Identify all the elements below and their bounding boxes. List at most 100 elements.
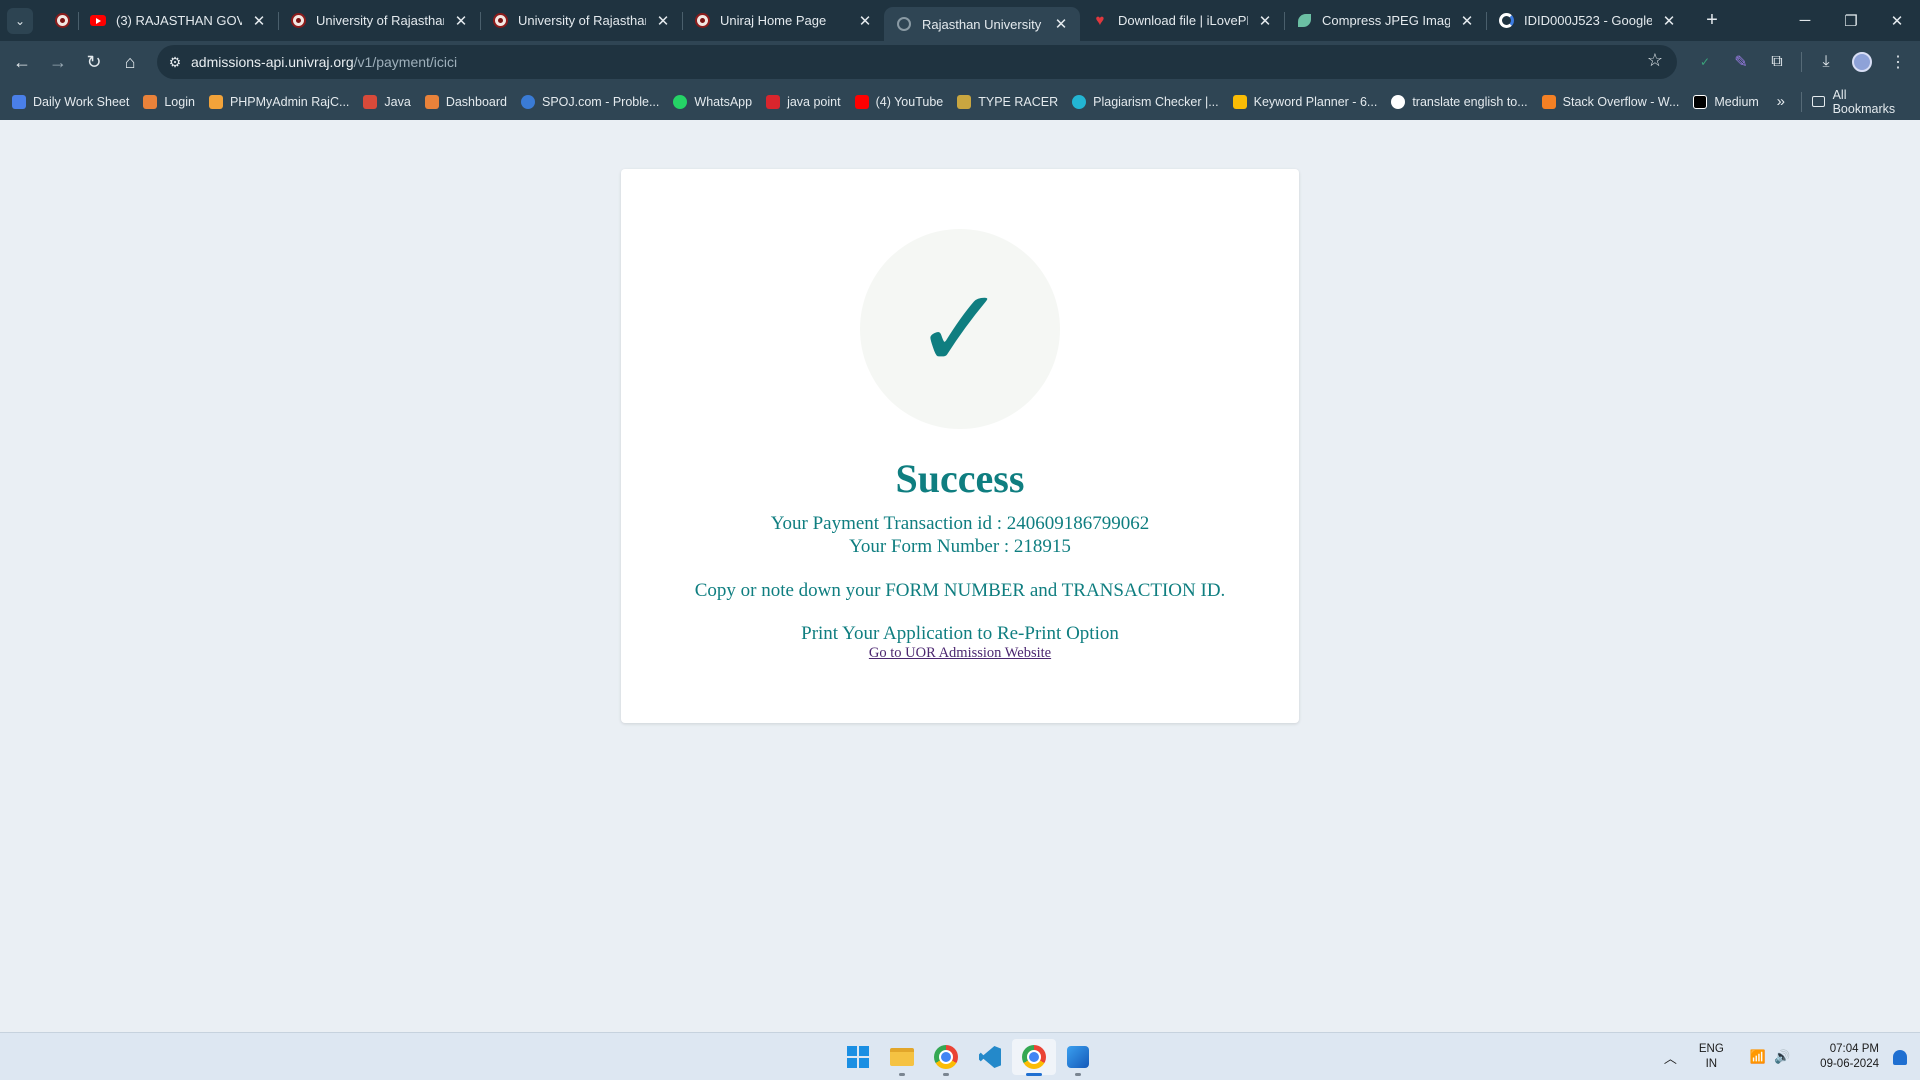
medium-icon [1693, 94, 1708, 109]
back-button[interactable]: ← [5, 45, 39, 79]
language-indicator[interactable]: ENG IN [1699, 1042, 1724, 1072]
bookmark-label: Daily Work Sheet [33, 94, 130, 109]
active-indicator [1026, 1073, 1042, 1076]
taskbar-chrome-1[interactable] [924, 1039, 968, 1076]
extensions-puzzle-icon[interactable]: ⧉ [1759, 44, 1795, 80]
form-number-text: Your Form Number : 218915 [849, 536, 1071, 557]
wifi-icon[interactable]: 📶 [1750, 1049, 1766, 1065]
taskbar-apps [836, 1039, 1100, 1076]
tab-title: University of Rajasthan - [316, 13, 444, 28]
bookmark-youtube[interactable]: (4) YouTube [849, 89, 952, 115]
url-text[interactable]: admissions-api.univraj.org/v1/payment/ic… [191, 54, 457, 70]
uor-admission-website-link[interactable]: Go to UOR Admission Website [621, 645, 1299, 662]
forward-button[interactable]: → [41, 45, 75, 79]
close-icon[interactable]: ✕ [250, 12, 268, 30]
bookmark-spoj[interactable]: SPOJ.com - Proble... [515, 89, 667, 115]
running-indicator [1075, 1073, 1081, 1076]
tab-search-button[interactable]: ⌄ [7, 7, 33, 34]
site-info-icon[interactable]: ⚙ [161, 48, 189, 76]
whatsapp-icon [673, 94, 688, 109]
close-icon[interactable]: ✕ [1660, 12, 1678, 30]
bookmark-login[interactable]: Login [137, 89, 203, 115]
bookmark-star-icon[interactable]: ☆ [1647, 50, 1663, 71]
close-icon[interactable]: ✕ [1256, 12, 1274, 30]
new-tab-button[interactable]: + [1698, 7, 1726, 35]
bookmark-label: Plagiarism Checker |... [1093, 94, 1219, 109]
tab-pinned-uor[interactable] [44, 0, 78, 41]
bookmark-java-point[interactable]: java point [760, 89, 849, 115]
home-button[interactable]: ⌂ [113, 45, 147, 79]
close-icon[interactable]: ✕ [1458, 12, 1476, 30]
language-code: ENG [1698, 1043, 1724, 1055]
tab-rajasthan-university-payment[interactable]: Rajasthan University Pay ✕ [884, 7, 1080, 41]
all-bookmarks-button[interactable]: All Bookmarks [1811, 87, 1920, 116]
vscode-icon [979, 1046, 1001, 1068]
bookmark-stack-overflow[interactable]: Stack Overflow - W... [1536, 89, 1688, 115]
close-icon[interactable]: ✕ [1052, 15, 1070, 33]
chrome-icon [934, 1045, 958, 1069]
bookmark-medium[interactable]: Medium [1687, 89, 1766, 115]
globe-icon [896, 16, 912, 32]
tab-university-of-rajasthan-2[interactable]: University of Rajasthan - ✕ [480, 0, 682, 41]
tab-title: (3) RAJASTHAN GOVT C [116, 13, 242, 28]
extension-feather-icon[interactable]: ✎ [1723, 44, 1759, 80]
url-domain: admissions-api.univraj.org [191, 54, 354, 70]
start-button[interactable] [836, 1039, 880, 1075]
bookmark-translate[interactable]: translate english to... [1385, 89, 1535, 115]
tab-title: IDID000J523 - Google S [1524, 13, 1652, 28]
bookmark-plagiarism-checker[interactable]: Plagiarism Checker |... [1066, 89, 1227, 115]
bookmark-label: Dashboard [445, 94, 507, 109]
notification-bell-icon[interactable] [1893, 1049, 1907, 1065]
google-icon [1498, 13, 1514, 29]
success-check-circle: ✓ [860, 229, 1060, 429]
chrome-icon [1022, 1045, 1046, 1069]
tab-university-of-rajasthan-1[interactable]: University of Rajasthan - ✕ [278, 0, 480, 41]
minimize-button[interactable]: ─ [1782, 0, 1828, 41]
tab-google-search[interactable]: IDID000J523 - Google S ✕ [1486, 0, 1688, 41]
taskbar-file-explorer[interactable] [880, 1039, 924, 1076]
address-bar[interactable]: ⚙ admissions-api.univraj.org/v1/payment/… [157, 45, 1677, 79]
all-bookmarks-label: All Bookmarks [1832, 87, 1896, 116]
window-close-button[interactable]: ✕ [1874, 0, 1920, 41]
reload-button[interactable]: ↻ [77, 45, 111, 79]
bookmark-keyword-planner[interactable]: Keyword Planner - 6... [1227, 89, 1386, 115]
toolbar-divider [1801, 52, 1802, 72]
bookmark-daily-work-sheet[interactable]: Daily Work Sheet [6, 89, 137, 115]
taskbar-chrome-2[interactable] [1012, 1039, 1056, 1076]
file-explorer-icon [890, 1048, 914, 1066]
tab-rajasthan-govt-youtube[interactable]: (3) RAJASTHAN GOVT C ✕ [78, 0, 278, 41]
close-icon[interactable]: ✕ [452, 12, 470, 30]
system-tray: ︿ ENG IN 📶 🔊 07:04 PM 09-06-2024 [1664, 1033, 1920, 1080]
close-icon[interactable]: ✕ [654, 12, 672, 30]
bookmark-label: TYPE RACER [978, 94, 1059, 109]
bookmark-phpmyadmin[interactable]: PHPMyAdmin RajC... [203, 89, 357, 115]
tab-compress-jpeg[interactable]: Compress JPEG Images C ✕ [1284, 0, 1486, 41]
menu-kebab-icon[interactable]: ⋮ [1880, 44, 1916, 80]
youtube-icon [854, 94, 869, 109]
profile-avatar[interactable] [1844, 44, 1880, 80]
uor-logo-icon [54, 13, 70, 29]
bookmark-label: Keyword Planner - 6... [1253, 94, 1378, 109]
restore-button[interactable]: ❐ [1828, 0, 1874, 41]
taskbar-photos[interactable] [1056, 1039, 1100, 1076]
sheets-icon [12, 94, 26, 109]
extension-check-icon[interactable]: ✓ [1687, 44, 1723, 80]
bookmark-java[interactable]: Java [357, 89, 418, 115]
bookmarks-overflow-button[interactable]: » [1767, 93, 1795, 110]
taskbar-vscode[interactable] [968, 1039, 1012, 1075]
region-code: IN [1705, 1058, 1718, 1070]
tab-ilovepdf[interactable]: ♥ Download file | iLovePDF ✕ [1080, 0, 1284, 41]
close-icon[interactable]: ✕ [856, 12, 874, 30]
downloads-icon[interactable]: ⤓ [1808, 44, 1844, 80]
bookmark-whatsapp[interactable]: WhatsApp [667, 89, 760, 115]
bookmarks-divider [1800, 91, 1802, 112]
bookmark-dashboard[interactable]: Dashboard [419, 89, 515, 115]
bookmark-type-racer[interactable]: TYPE RACER [951, 89, 1066, 115]
note-instruction-text: Copy or note down your FORM NUMBER and T… [694, 580, 1226, 601]
compress-leaf-icon [1296, 13, 1312, 29]
tab-uniraj-home[interactable]: Uniraj Home Page ✕ [682, 0, 884, 41]
volume-icon[interactable]: 🔊 [1774, 1049, 1790, 1065]
clock-date: 09-06-2024 [1820, 1058, 1879, 1070]
clock[interactable]: 07:04 PM 09-06-2024 [1820, 1042, 1879, 1072]
show-hidden-icons-chevron-icon[interactable]: ︿ [1664, 1048, 1677, 1067]
